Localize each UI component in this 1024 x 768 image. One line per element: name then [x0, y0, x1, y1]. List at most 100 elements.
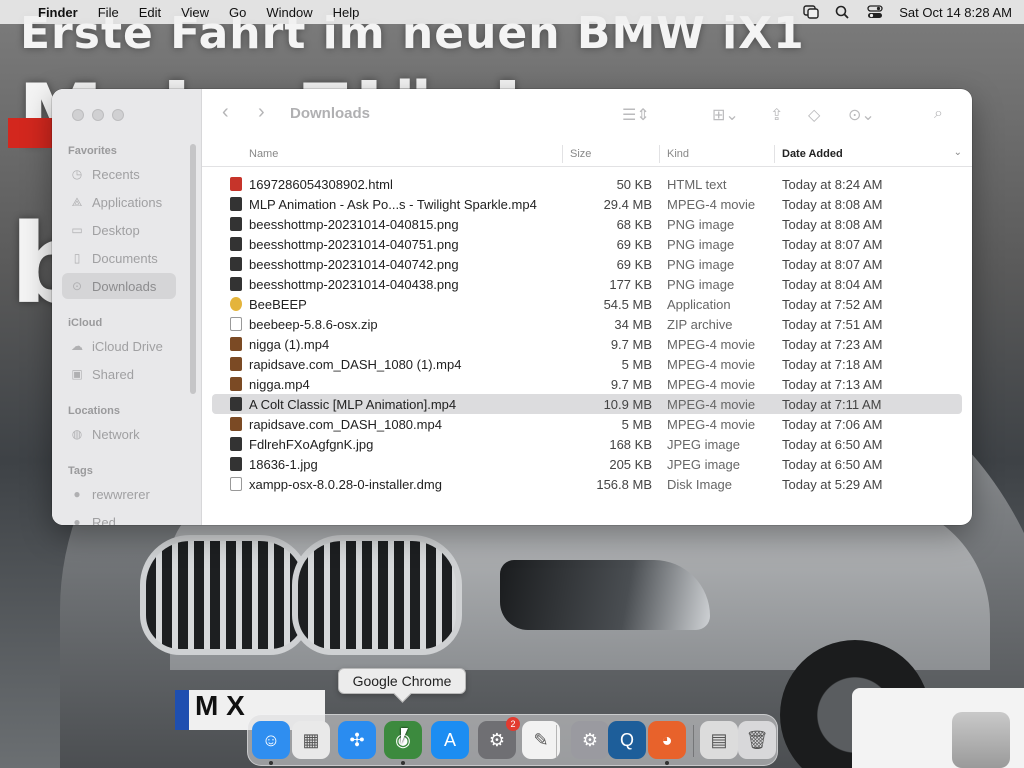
sidebar-item-label: Downloads — [92, 278, 157, 294]
file-row[interactable]: rapidsave.com_DASH_1080.mp4 5 MB MPEG-4 mo… — [212, 414, 962, 434]
file-size: 9.7 MB — [610, 336, 652, 352]
column-divider[interactable] — [774, 145, 775, 163]
menu-file[interactable]: File — [98, 5, 119, 20]
file-kind: ZIP archive — [667, 316, 733, 332]
file-row[interactable]: nigga (1).mp4 9.7 MB MPEG-4 movie Today at … — [212, 334, 962, 354]
sidebar-item-tag-red[interactable]: ● Red — [62, 509, 176, 526]
sidebar-heading-icloud: iCloud — [68, 317, 103, 329]
launchpad-icon[interactable]: ▦ — [292, 721, 330, 759]
sidebar-item-tag-rewwrerer[interactable]: ● rewwrerer — [62, 481, 176, 507]
safari-icon[interactable]: ✣ — [338, 721, 376, 759]
gear-icon[interactable]: ⚙ — [571, 721, 609, 759]
firefox-icon[interactable]: ◕ — [648, 721, 686, 759]
minimize-button[interactable] — [92, 109, 104, 121]
file-row[interactable]: MLP Animation - Ask Po...s - Twilight Sp… — [212, 194, 962, 214]
file-image-icon — [230, 457, 242, 471]
more-actions-icon[interactable]: ⊙⌄ — [848, 105, 875, 125]
sidebar-item-icloud-drive[interactable]: ☁ iCloud Drive — [62, 333, 176, 359]
menu-view[interactable]: View — [181, 5, 209, 20]
back-arrow-icon[interactable]: ‹ — [222, 101, 229, 124]
menu-help[interactable]: Help — [333, 5, 360, 20]
file-row[interactable]: FdlrehFXoAgfgnK.jpg 168 KB JPEG image Today… — [212, 434, 962, 454]
file-row[interactable]: 18636-1.jpg 205 KB JPEG image Today at 6:50… — [212, 454, 962, 474]
file-row[interactable]: 1697286054308902.html 50 KB HTML text Today… — [212, 174, 962, 194]
file-image-icon — [230, 277, 242, 291]
shared-folder-icon: ▣ — [71, 367, 83, 381]
sidebar-item-label: Documents — [92, 250, 158, 266]
menu-edit[interactable]: Edit — [139, 5, 161, 20]
menu-window[interactable]: Window — [266, 5, 312, 20]
menu-bar-clock[interactable]: Sat Oct 14 8:28 AM — [899, 5, 1012, 20]
file-size: 156.8 MB — [596, 476, 652, 492]
file-row[interactable]: xampp-osx-8.0.28-0-installer.dmg 156.8 MB… — [212, 474, 962, 494]
sidebar-item-label: rewwrerer — [92, 486, 150, 502]
file-name: BeeBEEP — [249, 296, 307, 312]
sidebar-item-documents[interactable]: ▯ Documents — [62, 245, 176, 271]
file-name: beesshottmp-20231014-040438.png — [249, 276, 459, 292]
file-doc-icon — [230, 317, 242, 331]
zoom-button[interactable] — [112, 109, 124, 121]
document-icon: ▯ — [73, 251, 81, 265]
quicktime-icon[interactable]: Q — [608, 721, 646, 759]
textedit-icon[interactable]: ✎ — [522, 721, 560, 759]
column-header-size[interactable]: Size — [570, 148, 591, 160]
group-by-icon[interactable]: ⊞⌄ — [712, 105, 739, 125]
search-icon[interactable]: ⌕ — [934, 105, 943, 123]
file-name: MLP Animation - Ask Po...s - Twilight Sp… — [249, 196, 537, 212]
close-button[interactable] — [72, 109, 84, 121]
screen-mirroring-icon[interactable] — [803, 5, 819, 19]
file-video2-icon — [230, 337, 242, 351]
column-header-name[interactable]: Name — [249, 148, 278, 160]
file-row[interactable]: beesshottmp-20231014-040751.png 69 KB PNG … — [212, 234, 962, 254]
finder-icon[interactable]: ☺ — [252, 721, 290, 759]
file-app-icon — [230, 297, 242, 311]
sidebar-item-shared[interactable]: ▣ Shared — [62, 361, 176, 387]
file-kind: PNG image — [667, 216, 735, 232]
sidebar-item-desktop[interactable]: ▭ Desktop — [62, 217, 176, 243]
file-row[interactable]: beesshottmp-20231014-040815.png 68 KB PNG … — [212, 214, 962, 234]
window-title: Downloads — [290, 105, 371, 122]
sidebar-item-applications[interactable]: ⟁ Applications — [62, 189, 176, 215]
column-header-date-added[interactable]: Date Added — [782, 148, 843, 160]
sidebar-item-network[interactable]: ◍ Network — [62, 421, 176, 447]
trash-icon[interactable]: 🗑 — [738, 721, 776, 759]
dock-tooltip: Google Chrome — [338, 668, 466, 694]
file-date-added: Today at 6:50 AM — [782, 456, 883, 472]
file-row[interactable]: A Colt Classic [MLP Animation].mp4 10.9 M… — [212, 394, 962, 414]
stack-icon[interactable]: ▤ — [700, 721, 738, 759]
sidebar-item-downloads[interactable]: ⊙ Downloads — [62, 273, 176, 299]
sidebar-scrollbar[interactable] — [190, 144, 196, 394]
file-row[interactable]: BeeBEEP 54.5 MB Application Today at 7:52 A… — [212, 294, 962, 314]
list-view-icon[interactable]: ☰⇕ — [622, 105, 650, 125]
file-row[interactable]: rapidsave.com_DASH_1080 (1).mp4 5 MB MPEG-… — [212, 354, 962, 374]
sidebar-heading-tags: Tags — [68, 465, 93, 477]
file-kind: PNG image — [667, 236, 735, 252]
column-divider[interactable] — [562, 145, 563, 163]
control-center-icon[interactable] — [867, 5, 883, 19]
forward-arrow-icon[interactable]: › — [258, 101, 265, 124]
file-row[interactable]: beesshottmp-20231014-040742.png 69 KB PNG … — [212, 254, 962, 274]
column-header-kind[interactable]: Kind — [667, 148, 689, 160]
menu-go[interactable]: Go — [229, 5, 246, 20]
file-image-icon — [230, 237, 242, 251]
menu-app-name[interactable]: Finder — [38, 5, 78, 20]
system-settings-icon[interactable]: ⚙ 2 — [478, 717, 520, 759]
file-row[interactable]: nigga.mp4 9.7 MB MPEG-4 movie Today at 7:13… — [212, 374, 962, 394]
finder-window: Favorites ◷ Recents ⟁ Applications ▭ Deskto… — [52, 89, 972, 525]
app-store-icon[interactable]: A — [431, 721, 469, 759]
notification-badge: 2 — [506, 717, 520, 731]
column-divider[interactable] — [659, 145, 660, 163]
file-date-added: Today at 7:23 AM — [782, 336, 883, 352]
sort-chevron-icon[interactable]: ⌄ — [954, 147, 962, 158]
dock: ☺ ▦ ✣ ◉ A ⚙ 2 ✎ ⚙ Q ◕ ▤ 🗑 — [247, 714, 778, 766]
file-name: beesshottmp-20231014-040751.png — [249, 236, 459, 252]
sidebar-item-label: Network — [92, 426, 140, 442]
spotlight-icon[interactable] — [835, 5, 851, 19]
file-row[interactable]: beebeep-5.8.6-osx.zip 34 MB ZIP archive Tod… — [212, 314, 962, 334]
tag-icon[interactable]: ◇ — [808, 105, 820, 125]
file-row[interactable]: beesshottmp-20231014-040438.png 177 KB PNG… — [212, 274, 962, 294]
window-controls — [72, 109, 124, 121]
share-icon[interactable]: ⇪ — [770, 105, 783, 125]
sidebar-item-recents[interactable]: ◷ Recents — [62, 161, 176, 187]
file-kind: MPEG-4 movie — [667, 376, 756, 392]
